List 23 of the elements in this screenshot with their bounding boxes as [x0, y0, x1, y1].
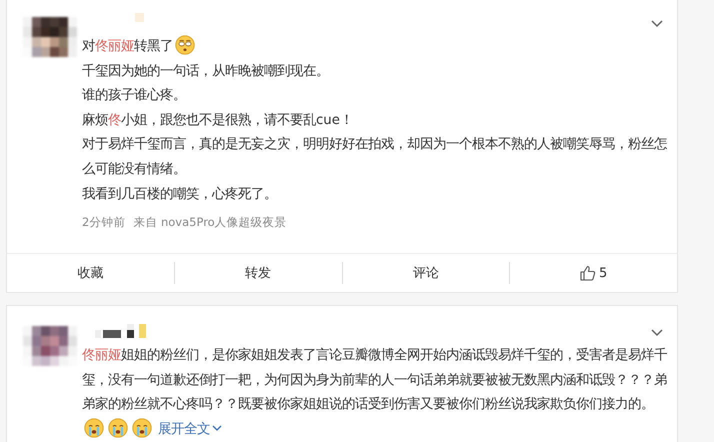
emoji-face-icon: [84, 418, 104, 438]
emoji-face-icon: [175, 35, 195, 55]
like-count: 5: [598, 266, 608, 281]
action-button[interactable]: 收藏: [73, 262, 108, 284]
like-button[interactable]: 5: [576, 263, 612, 284]
post-source: 来自 nova5Pro人像超级夜景: [133, 214, 287, 230]
post-text: 佟丽娅姐姐的粉丝们，是你家姐姐发表了言论豆瓣微博全网开始内涵诋毁易烊千玺的，受害者是易烊千玺，没有一句道歉还倒打一耙，为何因为身为前辈的人一句话弟弟就要被被无数黑内涵和诋毁？？？弟弟家的粉丝就不心疼吗？？既要被你家姐姐说的话受到伤害又要被你们粉丝说我家欺负你们接力的。 展开全文: [82, 346, 667, 440]
emoji-face-icon: [108, 418, 128, 438]
chevron-down-icon: [651, 329, 663, 338]
thumbs-up-icon: [580, 265, 596, 282]
post-time: 2分钟前: [82, 214, 126, 230]
post-text: 我看到几百楼的嘲笑，心疼死了。: [82, 186, 278, 204]
post-text: 麻烦佟小姐，跟您也不是很熟，请不要乱cue！: [82, 112, 354, 130]
chevron-down-icon: [212, 424, 222, 431]
chevron-down-icon: [651, 20, 663, 28]
post-text: 千玺因为她的一句话，从昨晚被嘲到现在。: [82, 62, 330, 81]
action-button[interactable]: 评论: [408, 262, 443, 284]
expand-link[interactable]: 展开全文: [158, 422, 222, 437]
post-text: 对于易烊千玺而言，真的是无妄之灾，明明好好在拍戏，却因为一个根本不熟的人被嘲笑辱骂，粉丝怎么可能没有情绪。: [82, 136, 667, 179]
action-button[interactable]: 转发: [241, 262, 276, 284]
post-text: 谁的孩子谁心疼。: [82, 86, 187, 106]
post-text: 对佟丽娅转黑了: [82, 35, 667, 60]
emoji-face-icon: [132, 418, 152, 438]
